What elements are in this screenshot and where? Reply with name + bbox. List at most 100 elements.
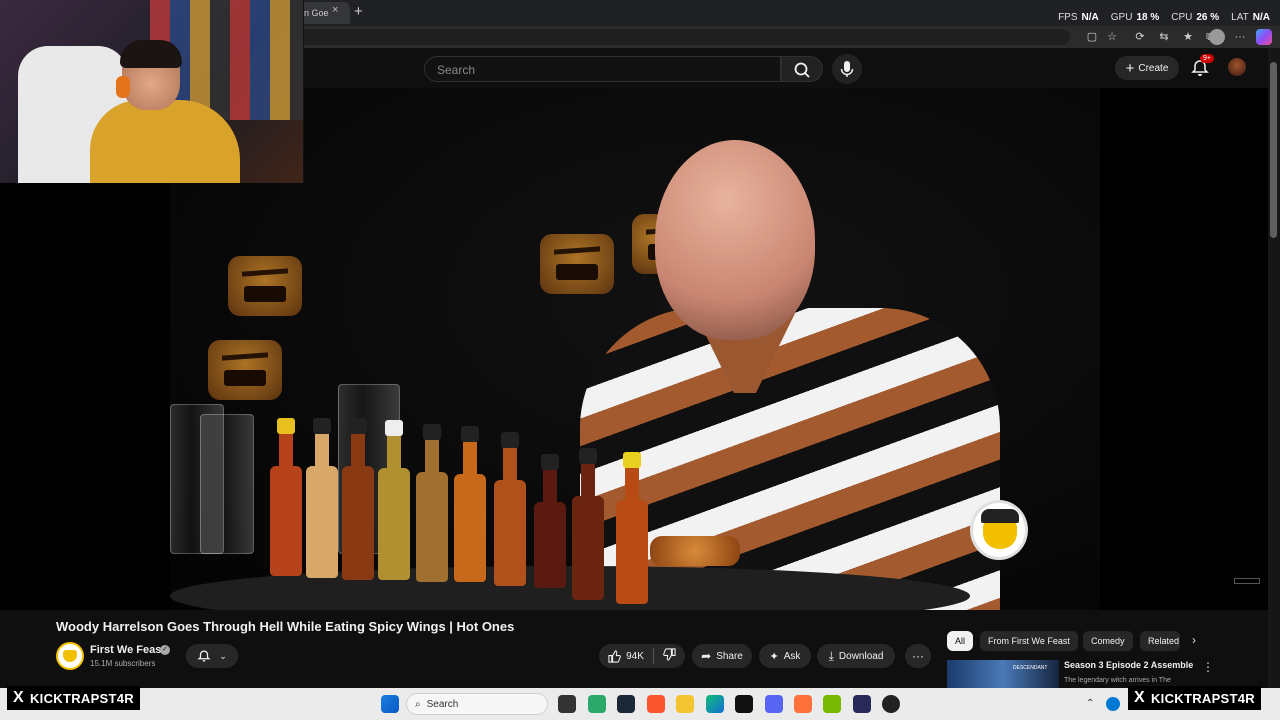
favorite-star-icon[interactable]: ☆ — [1104, 29, 1120, 45]
thumbnail-text: DESCENDANT — [1013, 665, 1048, 671]
download-button[interactable]: ⤓ Download — [817, 644, 895, 668]
extensions-icon[interactable]: ⟳ — [1132, 29, 1148, 45]
create-button[interactable]: + Create — [1115, 56, 1179, 80]
hot-sauce-bottle — [572, 448, 604, 600]
obs-icon[interactable] — [853, 695, 871, 713]
chip-from-channel[interactable]: From First We Feast — [980, 631, 1078, 651]
streamer-hair — [120, 40, 182, 68]
cpu-stat: CPU 26 % — [1171, 12, 1220, 23]
steam-icon[interactable] — [617, 695, 635, 713]
share-button[interactable]: ➦ Share — [692, 644, 752, 668]
gpu-stat: GPU 18 % — [1110, 12, 1160, 23]
hot-sauce-bottle — [534, 454, 566, 588]
taskbar-search[interactable]: ⌕ Search — [406, 693, 548, 715]
channel-name[interactable]: First We Feast — [90, 644, 165, 656]
hot-sauce-bottle — [416, 424, 448, 582]
streamer — [90, 40, 240, 183]
search-icon: ⌕ — [415, 698, 421, 710]
channel-avatar[interactable] — [56, 642, 84, 670]
url-field[interactable] — [300, 29, 1070, 45]
guest-head — [655, 140, 815, 340]
handle-text: KICKTRAPST4R — [29, 690, 134, 706]
video-title: Woody Harrelson Goes Through Hell While … — [56, 619, 515, 634]
angry-face-graphic — [208, 340, 282, 400]
chip-all[interactable]: All — [947, 631, 974, 651]
scrollbar-thumb[interactable] — [1270, 62, 1277, 238]
lat-stat: LAT N/A — [1231, 12, 1270, 23]
search-input[interactable]: Search — [424, 56, 781, 82]
copilot-icon[interactable] — [1256, 29, 1272, 45]
like-dislike-group: 94K — [599, 644, 685, 668]
calculator-icon[interactable] — [588, 695, 606, 713]
task-view-icon[interactable] — [558, 695, 576, 713]
hot-sauce-bottle — [306, 418, 338, 578]
ask-button[interactable]: ✦ Ask — [759, 644, 811, 668]
tray-app-icon[interactable] — [1106, 697, 1120, 711]
hot-sauce-bottle — [454, 426, 486, 582]
file-explorer-icon[interactable] — [676, 695, 694, 713]
search-button[interactable] — [781, 56, 823, 82]
profile-icon[interactable] — [1209, 29, 1225, 45]
kebab-menu-icon[interactable]: ⋮ — [1202, 660, 1214, 674]
tab-close-icon[interactable]: × — [332, 4, 338, 16]
x-logo-icon: X — [13, 689, 24, 706]
sparkle-icon: ✦ — [769, 650, 779, 663]
tab-title: n Goe — [304, 8, 329, 18]
recommendation-subtitle: The legendary witch arrives in The — [1064, 677, 1171, 684]
bell-icon — [197, 650, 211, 662]
recommendation-thumbnail[interactable]: DESCENDANT — [947, 660, 1059, 688]
more-actions-button[interactable]: ··· — [905, 644, 931, 668]
thumbs-up-icon — [608, 649, 621, 663]
favorites-icon[interactable]: ★ — [1180, 29, 1196, 45]
dislike-button[interactable] — [663, 648, 676, 664]
page-scrollbar[interactable] — [1268, 48, 1280, 688]
windows-start-icon[interactable] — [381, 695, 399, 713]
discord-icon[interactable] — [765, 695, 783, 713]
share-label: Share — [716, 650, 743, 662]
address-bar: ▢ ☆ ⟳ ⇆ ★ ⧉ ··· — [300, 26, 1280, 48]
recommendation-title[interactable]: Season 3 Episode 2 Assemble — [1064, 660, 1193, 670]
water-glass — [200, 414, 254, 554]
firefox-icon[interactable] — [794, 695, 812, 713]
like-divider — [652, 648, 654, 664]
handle-text: KICKTRAPST4R — [1150, 690, 1255, 706]
chicken-wings — [650, 536, 740, 566]
browser-tab[interactable]: n Goe — [300, 2, 350, 24]
mic-icon — [840, 61, 854, 77]
social-handle-overlay-left: X KICKTRAPST4R — [7, 686, 140, 710]
like-count: 94K — [626, 650, 644, 662]
channel-watermark-logo — [970, 500, 1028, 560]
new-tab-button[interactable]: + — [354, 3, 363, 20]
chevron-down-icon: ⌄ — [219, 650, 227, 661]
verified-icon: ✓ — [160, 645, 170, 655]
angry-face-graphic — [228, 256, 302, 316]
subscribe-watermark[interactable] — [1234, 578, 1260, 584]
thumbs-down-icon — [663, 648, 676, 661]
brave-icon[interactable] — [647, 695, 665, 713]
share-icon: ➦ — [701, 649, 712, 663]
fps-stat: FPS N/A — [1058, 12, 1099, 23]
more-menu-icon[interactable]: ··· — [1232, 29, 1248, 45]
download-label: Download — [838, 650, 884, 662]
split-screen-icon[interactable]: ⇆ — [1156, 29, 1172, 45]
tray-chevron-icon[interactable]: ⌃ — [1086, 698, 1096, 709]
chip-comedy[interactable]: Comedy — [1083, 631, 1133, 651]
record-app-icon[interactable] — [882, 695, 900, 713]
edge-icon[interactable] — [706, 695, 724, 713]
reader-icon[interactable]: ▢ — [1084, 29, 1100, 45]
notification-badge: 9+ — [1200, 54, 1214, 63]
streamer-webcam — [0, 0, 304, 183]
chip-related[interactable]: Related — [1140, 631, 1180, 651]
video-frame — [170, 88, 1100, 610]
hot-sauce-bottle — [494, 432, 526, 586]
like-button[interactable]: 94K — [608, 649, 644, 663]
windows-taskbar: ⌕ Search ⌃ — [0, 688, 1280, 720]
account-avatar[interactable] — [1228, 58, 1246, 76]
subscription-bell-button[interactable]: ⌄ — [186, 644, 238, 668]
chevron-right-icon[interactable]: › — [1192, 633, 1196, 647]
tiktok-icon[interactable] — [735, 695, 753, 713]
taskbar-search-label: Search — [426, 698, 459, 710]
hot-sauce-bottle — [342, 418, 374, 580]
nvidia-icon[interactable] — [823, 695, 841, 713]
voice-search-button[interactable] — [832, 54, 862, 84]
